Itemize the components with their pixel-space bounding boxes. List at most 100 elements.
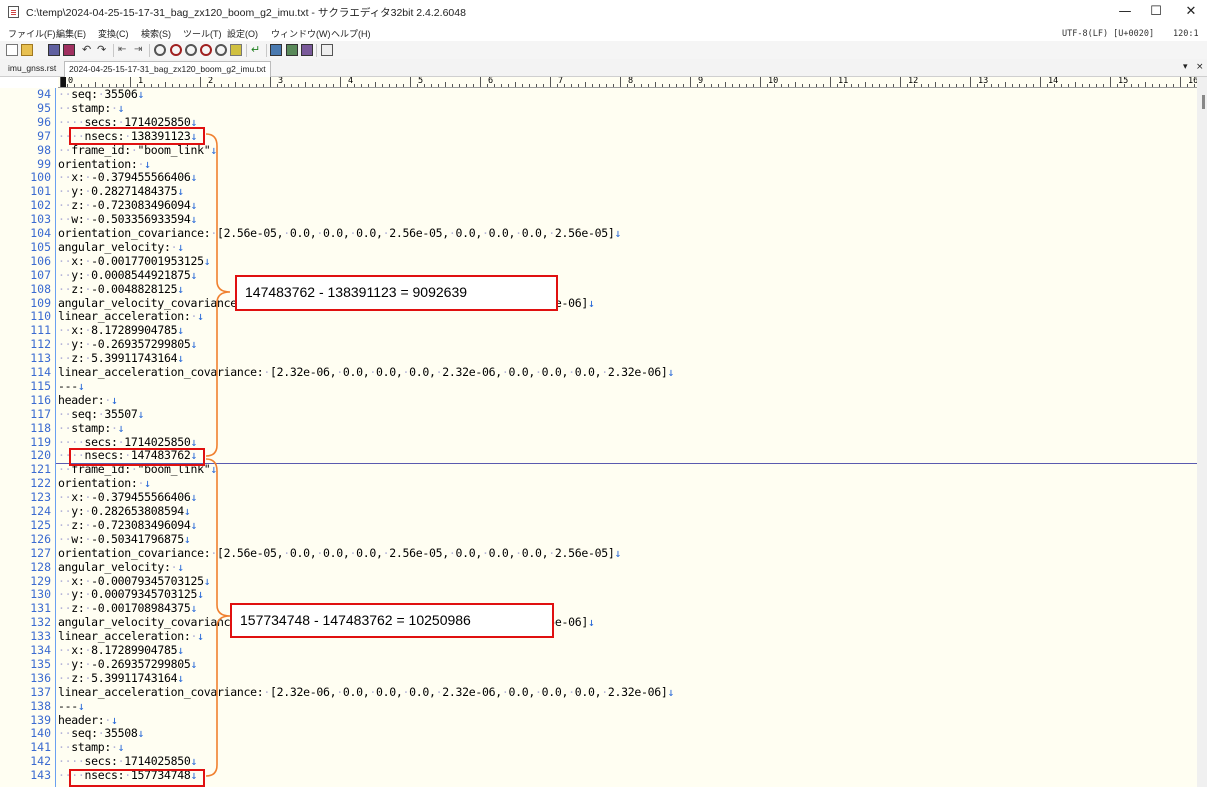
vertical-scrollbar[interactable] — [1197, 77, 1207, 787]
tab-list-icon[interactable]: ▾ — [1183, 62, 1188, 72]
grep-icon[interactable] — [200, 44, 212, 56]
code-line[interactable]: ---↓ — [58, 699, 85, 714]
ruler-tick — [466, 84, 467, 87]
mark-icon[interactable] — [230, 44, 242, 56]
line-number: 102 — [30, 198, 51, 213]
notepad-icon — [8, 6, 19, 18]
code-line[interactable]: ··x:·-0.379455566406↓ — [58, 490, 197, 505]
code-line[interactable]: orientation:·↓ — [58, 476, 151, 491]
code-line[interactable]: ··y:·-0.269357299805↓ — [58, 657, 197, 672]
line-number: 118 — [30, 420, 51, 435]
code-line[interactable]: ··seq:·35507↓ — [58, 407, 144, 422]
code-line[interactable]: header:·↓ — [58, 713, 118, 728]
ruler-tick — [459, 84, 460, 87]
code-line[interactable]: angular_velocity:·↓ — [58, 240, 184, 255]
replace-icon[interactable] — [215, 44, 227, 56]
tab-imu-txt[interactable]: 2024-04-25-15-17-31_bag_zx120_boom_g2_im… — [64, 61, 271, 77]
next-change-icon[interactable]: ⇥ — [134, 44, 146, 56]
menu-search[interactable]: 検索(S) — [141, 27, 171, 40]
code-line[interactable]: ---↓ — [58, 379, 85, 394]
code-line[interactable]: ··z:·5.39911743164↓ — [58, 671, 184, 686]
find-bracket-icon[interactable] — [286, 44, 298, 56]
ruler-tick — [991, 84, 992, 87]
ruler-tick — [655, 82, 656, 87]
search-next-icon[interactable] — [170, 44, 182, 56]
redo-icon[interactable]: ↷ — [97, 44, 109, 56]
code-line[interactable]: ··x:·-0.00177001953125↓ — [58, 254, 211, 269]
text-editor[interactable]: ··seq:·35506↓ ··stamp:·↓ ····secs:·1714025… — [56, 88, 1197, 787]
code-line[interactable]: ··x:·8.17289904785↓ — [58, 643, 184, 658]
code-line[interactable]: linear_acceleration:·↓ — [58, 309, 204, 324]
tab-close-icon[interactable]: × — [1196, 62, 1204, 72]
code-line[interactable]: ··z:·-0.001708984375↓ — [58, 601, 197, 616]
code-line[interactable]: ··seq:·35506↓ — [58, 88, 144, 102]
code-line[interactable]: ··z:·-0.723083496094↓ — [58, 198, 197, 213]
new-file-icon[interactable] — [6, 44, 18, 56]
code-line[interactable]: linear_acceleration_covariance:·[2.32e-0… — [58, 365, 674, 380]
ruler-tick — [228, 84, 229, 87]
ruler-tick — [1187, 84, 1188, 87]
toolbar: ↶ ↷ ⇤ ⇥ ↵ — [0, 41, 1207, 59]
ruler-tick — [648, 84, 649, 87]
ruler-tick — [844, 84, 845, 87]
code-line[interactable]: ··z:·5.39911743164↓ — [58, 351, 184, 366]
save-all-icon[interactable] — [63, 44, 75, 56]
code-line[interactable]: orientation:·↓ — [58, 157, 151, 172]
code-line[interactable]: ··stamp:·↓ — [58, 740, 125, 755]
line-number: 143 — [30, 768, 51, 783]
code-line[interactable]: orientation_covariance:·[2.56e-05,·0.0,·… — [58, 546, 621, 561]
code-line[interactable]: ··y:·0.0008544921875↓ — [58, 268, 197, 283]
compare-icon[interactable] — [301, 44, 313, 56]
code-line[interactable]: ··stamp:·↓ — [58, 101, 125, 116]
code-line[interactable]: ··seq:·35508↓ — [58, 726, 144, 741]
code-line[interactable]: ··frame_id:·"boom_link"↓ — [58, 143, 217, 158]
menu-file[interactable]: ファイル(F) — [8, 27, 56, 40]
code-line[interactable]: ··z:·-0.723083496094↓ — [58, 518, 197, 533]
line-number: 114 — [30, 365, 51, 379]
print-icon[interactable] — [321, 44, 333, 56]
code-line[interactable]: header:·↓ — [58, 393, 118, 408]
menu-convert[interactable]: 変換(C) — [98, 27, 129, 40]
scrollbar-thumb[interactable] — [1202, 95, 1205, 109]
code-line[interactable]: orientation_covariance:·[2.56e-05,·0.0,·… — [58, 226, 621, 241]
ruler-tick — [1068, 84, 1069, 87]
code-line[interactable]: ····secs:·1714025850↓ — [58, 754, 197, 769]
jump-icon[interactable]: ↵ — [251, 44, 263, 56]
outline-icon[interactable] — [270, 44, 282, 56]
ruler-tick — [424, 84, 425, 87]
save-icon[interactable] — [48, 44, 60, 56]
menu-help[interactable]: ヘルプ(H) — [331, 27, 371, 40]
code-line[interactable]: ··z:·-0.0048828125↓ — [58, 282, 184, 297]
code-line[interactable]: ··x:·-0.379455566406↓ — [58, 170, 197, 185]
code-line[interactable]: ··y:·0.282653808594↓ — [58, 504, 191, 519]
maximize-button[interactable]: ☐ — [1137, 0, 1175, 24]
code-line[interactable]: ··x:·-0.00079345703125↓ — [58, 574, 211, 589]
ruler-tick — [760, 77, 761, 87]
ruler-label: 9 — [698, 77, 704, 86]
menu-window[interactable]: ウィンドウ(W) — [271, 27, 331, 40]
prev-change-icon[interactable]: ⇤ — [118, 44, 130, 56]
line-number: 124 — [30, 504, 51, 518]
code-line[interactable]: linear_acceleration_covariance:·[2.32e-0… — [58, 685, 674, 700]
code-line[interactable]: ··x:·8.17289904785↓ — [58, 323, 184, 338]
code-line[interactable]: ··y:·0.00079345703125↓ — [58, 587, 204, 602]
code-line[interactable]: ··stamp:·↓ — [58, 421, 125, 436]
code-line[interactable]: ··w:·-0.503356933594↓ — [58, 212, 197, 227]
open-file-icon[interactable] — [21, 44, 33, 56]
line-number-gutter: 94 95 96 97 98 99 100 101 102 103 104 105 106 107 108 1… — [0, 87, 56, 787]
ruler-tick — [914, 84, 915, 87]
code-line[interactable]: linear_acceleration:·↓ — [58, 629, 204, 644]
menu-settings[interactable]: 設定(O) — [227, 27, 258, 40]
code-line[interactable]: angular_velocity:·↓ — [58, 560, 184, 575]
menu-tools[interactable]: ツール(T) — [183, 27, 222, 40]
menu-edit[interactable]: 編集(E) — [56, 27, 86, 40]
close-button[interactable]: ✕ — [1172, 0, 1207, 24]
undo-icon[interactable]: ↶ — [82, 44, 94, 56]
code-line[interactable]: ··w:·-0.50341796875↓ — [58, 532, 191, 547]
tab-imu-gnss[interactable]: imu_gnss.rst — [4, 61, 60, 77]
code-line[interactable]: ··y:·-0.269357299805↓ — [58, 337, 197, 352]
ruler-tick — [977, 84, 978, 87]
search-icon[interactable] — [185, 44, 197, 56]
search-previous-icon[interactable] — [154, 44, 166, 56]
code-line[interactable]: ··y:·0.28271484375↓ — [58, 184, 184, 199]
